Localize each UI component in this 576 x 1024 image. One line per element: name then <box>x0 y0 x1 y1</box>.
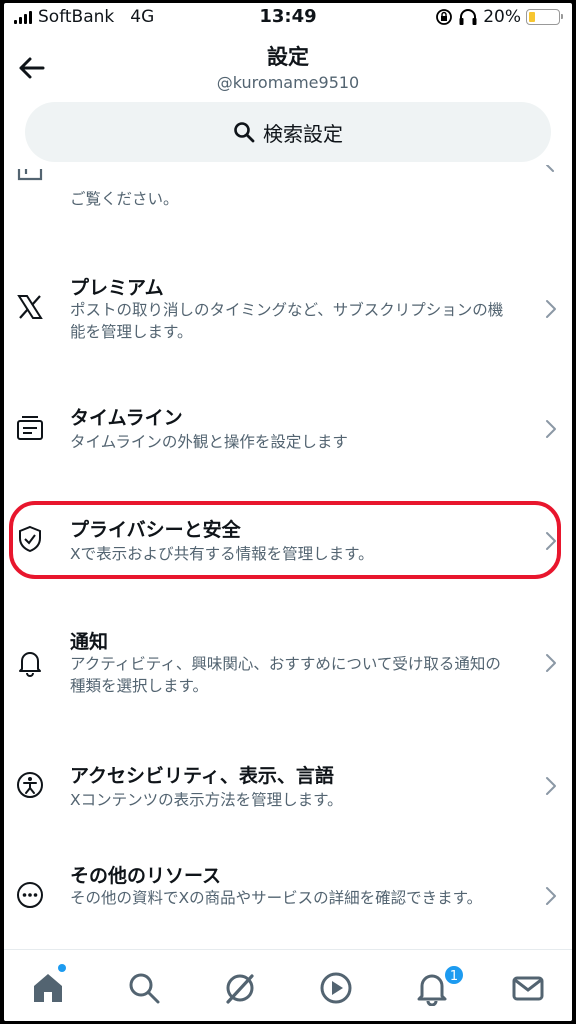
battery-percent: 20% <box>483 7 521 27</box>
status-right: 20% <box>435 7 563 27</box>
settings-item-title: アクセシビリティ、表示、言語 <box>70 765 334 787</box>
chevron-right-icon <box>546 532 556 550</box>
bottom-nav: 1 <box>4 949 572 1021</box>
chevron-right-icon <box>546 887 556 905</box>
account-handle: @kuromame9510 <box>216 73 360 92</box>
settings-item-title: タイムライン <box>70 407 183 429</box>
bell-icon <box>19 652 41 677</box>
settings-item-resources[interactable]: その他のリソース その他の資料でXの商品やサービスの詳細を確認できます。 <box>4 855 572 949</box>
search-icon <box>234 122 255 143</box>
mail-icon[interactable] <box>510 970 546 1006</box>
search-icon[interactable] <box>126 970 162 1006</box>
page-title: 設定 <box>267 45 309 69</box>
chevron-right-icon <box>546 300 556 318</box>
settings-item-desc: Xコンテンツの表示方法を管理します。 <box>70 791 343 809</box>
settings-item-premium[interactable]: プレミアム ポストの取り消しのタイミングなど、サブスクリプションの機能を管理しま… <box>4 263 572 358</box>
settings-item-timeline[interactable]: タイムライン タイムラインの外観と操作を設定します <box>4 391 572 471</box>
search-settings-label: 検索設定 <box>263 121 343 146</box>
home-icon[interactable] <box>30 970 66 1006</box>
chevron-right-icon <box>546 165 554 172</box>
shield-icon <box>19 525 41 553</box>
header: 設定 @kuromame9510 <box>4 33 572 103</box>
x-logo-icon <box>17 295 43 319</box>
notification-badge: 1 <box>443 964 465 986</box>
timeline-icon <box>17 416 43 440</box>
settings-item-privacy[interactable]: プライバシーと安全 Xで表示および共有する情報を管理します。 <box>4 503 572 583</box>
settings-item-title: その他のリソース <box>70 865 222 887</box>
settings-item-desc: アクティビティ、興味関心、おすすめについて受け取る通知の種類を選択します。 <box>70 655 501 695</box>
chevron-right-icon <box>546 420 556 438</box>
settings-item-partial[interactable]: ご覧ください。 <box>4 163 572 223</box>
chevron-right-icon <box>546 777 556 795</box>
settings-item-accessibility[interactable]: アクセシビリティ、表示、言語 Xコンテンツの表示方法を管理します。 <box>4 751 572 831</box>
grok-icon[interactable] <box>222 970 258 1006</box>
settings-item-notifications[interactable]: 通知 アクティビティ、興味関心、おすすめについて受け取る通知の種類を選択します。 <box>4 615 572 715</box>
headphones-icon <box>459 9 477 25</box>
settings-item-desc: タイムラインの外観と操作を設定します <box>70 433 348 451</box>
settings-item-title: プライバシーと安全 <box>70 519 241 541</box>
orientation-lock-icon <box>436 9 453 25</box>
more-icon <box>17 882 43 908</box>
settings-item-title: プレミアム <box>70 277 164 299</box>
battery-icon <box>526 9 563 25</box>
chevron-right-icon <box>546 654 556 672</box>
monetization-icon <box>17 169 43 181</box>
home-indicator-dot <box>58 964 66 972</box>
accessibility-icon <box>17 772 43 798</box>
video-icon[interactable] <box>318 970 354 1006</box>
search-settings-button[interactable]: 検索設定 <box>25 102 551 162</box>
settings-item-desc: ご覧ください。 <box>70 190 179 208</box>
settings-item-desc: その他の資料でXの商品やサービスの詳細を確認できます。 <box>70 889 483 907</box>
settings-list: ご覧ください。 プレミアム ポストの取り消しのタイミングなど、サブスクリプション… <box>4 163 572 949</box>
app-window: SoftBank 4G 13:49 20% 設定 @kuromame9510 検… <box>4 3 572 1021</box>
settings-item-desc: ポストの取り消しのタイミングなど、サブスクリプションの機能を管理します。 <box>70 301 504 341</box>
settings-item-desc: Xで表示および共有する情報を管理します。 <box>70 545 374 563</box>
settings-item-title: 通知 <box>70 631 109 653</box>
status-bar: SoftBank 4G 13:49 20% <box>4 3 572 31</box>
